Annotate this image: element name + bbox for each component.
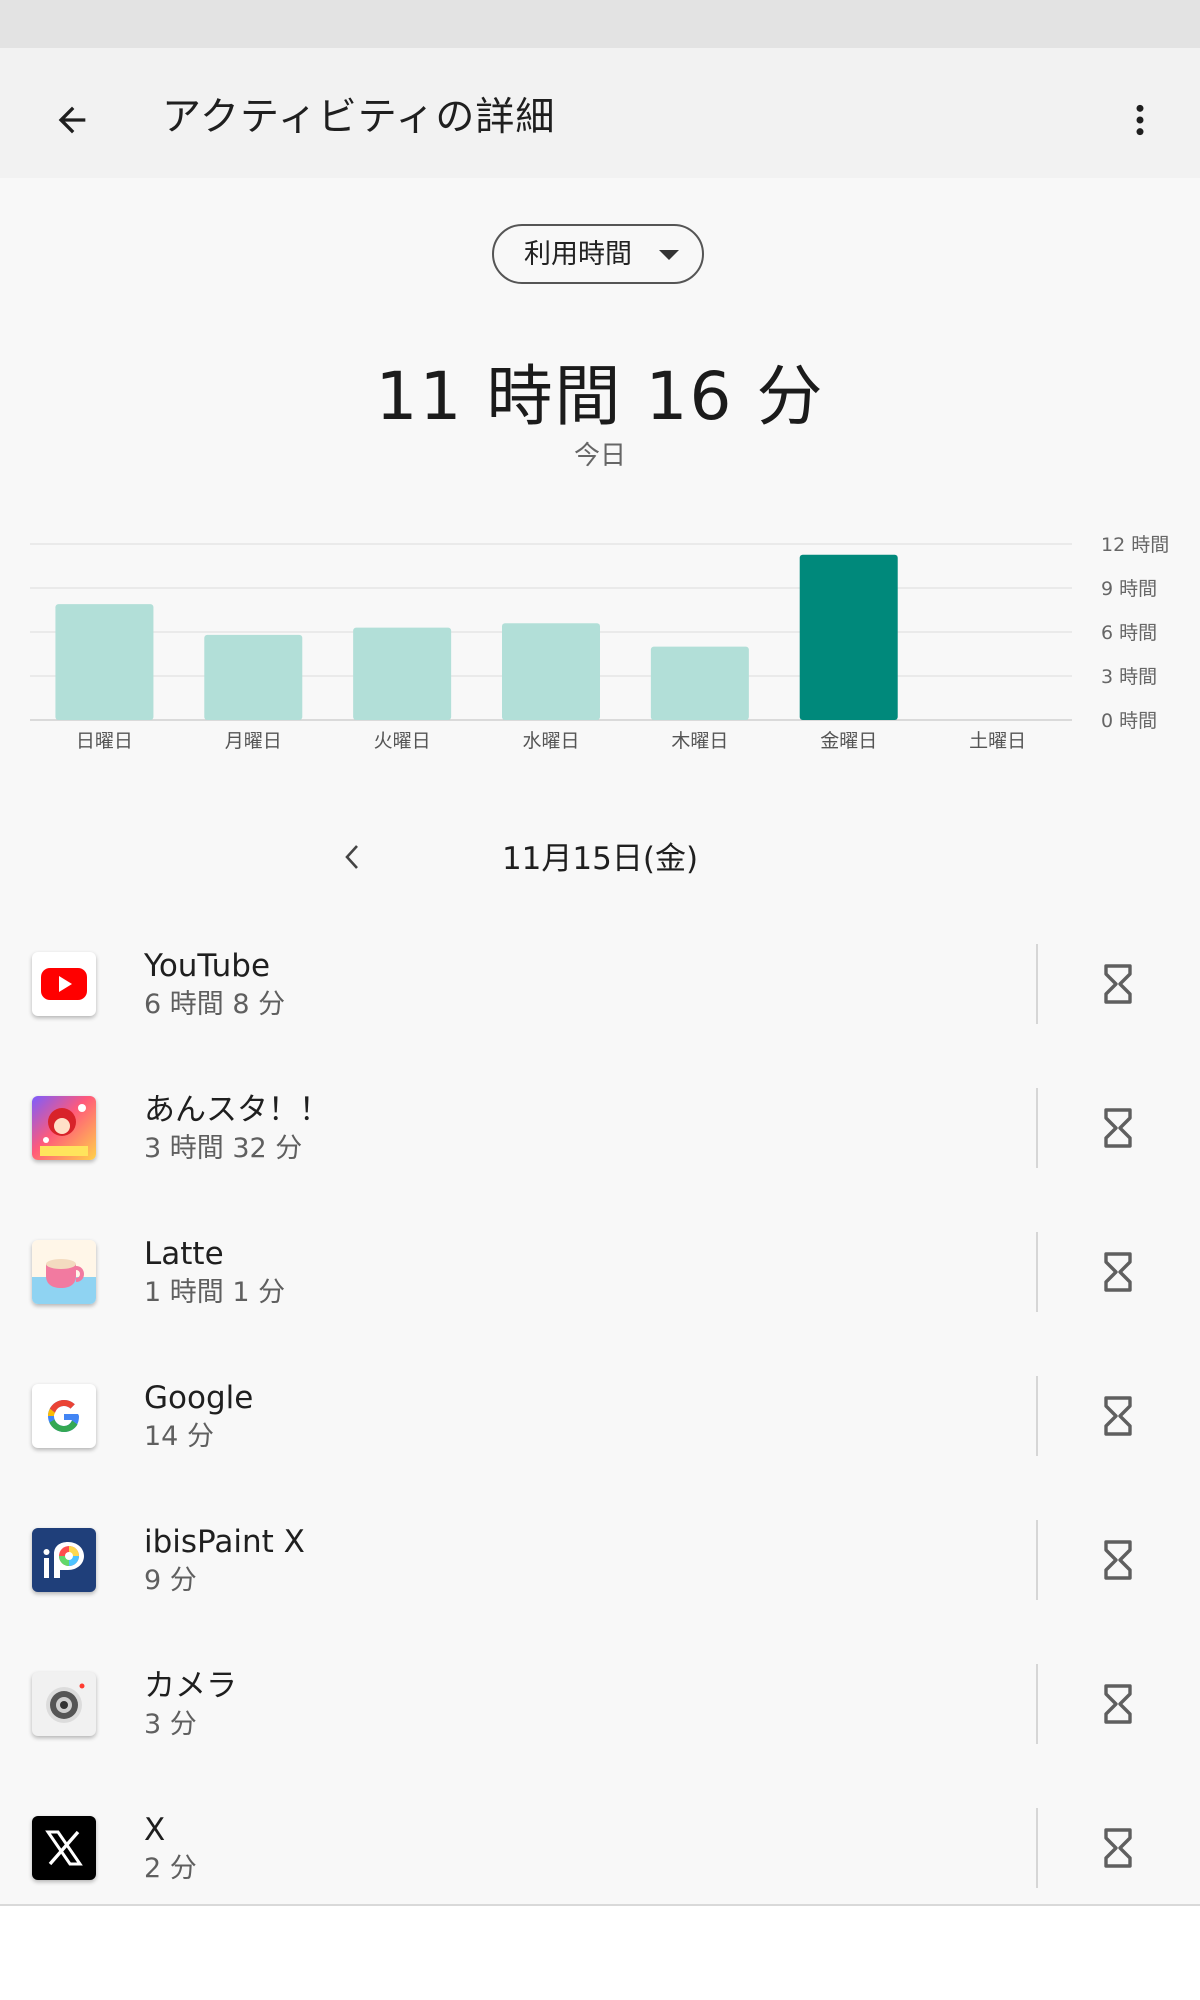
x-category-label: 日曜日 — [76, 730, 133, 752]
app-row-ensemble-stars[interactable]: あんスタ！！ 3 時間 32 分 — [0, 1056, 1200, 1200]
app-row-x[interactable]: X 2 分 — [0, 1776, 1200, 1920]
app-usage-time: 14 分 — [144, 1421, 214, 1452]
app-name: Latte — [144, 1236, 224, 1272]
x-category-label: 水曜日 — [522, 730, 579, 752]
app-row-youtube[interactable]: YouTube 6 時間 8 分 — [0, 912, 1200, 1056]
more-options-button[interactable] — [1108, 88, 1172, 152]
app-timer-button[interactable] — [1090, 1820, 1146, 1876]
app-name: カメラ — [144, 1668, 237, 1704]
weekly-usage-chart: 0 時間 3 時間 6 時間 9 時間 12 時間日曜日 月曜日 火曜日 水曜日 木曜日 金曜日 土… — [30, 534, 1169, 752]
app-usage-time: 2 分 — [144, 1853, 197, 1884]
y-tick-label: 9 時間 — [1101, 578, 1157, 600]
app-timer-button[interactable] — [1090, 1532, 1146, 1588]
app-name: X — [144, 1812, 166, 1848]
status-bar — [0, 0, 1200, 48]
divider — [1036, 1088, 1038, 1168]
period-label: 今日 — [573, 441, 626, 471]
current-date: 11月15日(金) — [501, 841, 699, 877]
chart-bar[interactable] — [55, 604, 154, 720]
chart-bar[interactable] — [353, 627, 452, 720]
app-timer-button[interactable] — [1090, 1244, 1146, 1300]
hourglass-icon — [1104, 1540, 1132, 1580]
youtube-icon — [32, 952, 96, 1016]
chart-bar[interactable] — [799, 554, 898, 720]
hourglass-icon — [1104, 1252, 1132, 1292]
arrow-back-icon — [58, 106, 86, 134]
app-usage-time: 9 分 — [144, 1565, 197, 1596]
app-timer-button[interactable] — [1090, 1676, 1146, 1732]
divider — [1036, 1664, 1038, 1744]
app-usage-list: YouTube 6 時間 8 分 あんスタ！！ 3 時間 32 分 Latte … — [0, 912, 1200, 1920]
divider — [1036, 1520, 1038, 1600]
google-g-icon — [32, 1384, 96, 1448]
back-button[interactable] — [40, 88, 104, 152]
divider — [1036, 944, 1038, 1024]
x-logo-icon — [32, 1816, 96, 1880]
divider — [1036, 1232, 1038, 1312]
app-row-google[interactable]: Google 14 分 — [0, 1344, 1200, 1488]
app-row-camera[interactable]: カメラ 3 分 — [0, 1632, 1200, 1776]
chart-bar[interactable] — [204, 634, 303, 720]
app-name: ibisPaint X — [144, 1524, 305, 1560]
x-category-label: 木曜日 — [671, 730, 728, 752]
app-row-latte[interactable]: Latte 1 時間 1 分 — [0, 1200, 1200, 1344]
page-title: アクティビティの詳細 — [162, 95, 556, 140]
x-category-label: 土曜日 — [969, 730, 1026, 752]
caret-down-icon — [659, 250, 679, 260]
y-tick-label: 0 時間 — [1101, 710, 1157, 732]
hourglass-icon — [1104, 1108, 1132, 1148]
y-tick-label: 12 時間 — [1101, 534, 1169, 556]
app-timer-button[interactable] — [1090, 956, 1146, 1012]
divider — [1036, 1808, 1038, 1888]
hourglass-icon — [1104, 1828, 1132, 1868]
latte-cup-icon — [32, 1240, 96, 1304]
camera-icon — [32, 1672, 96, 1736]
divider — [1036, 1376, 1038, 1456]
metric-dropdown-label: 利用時間 — [524, 239, 632, 270]
more-vert-icon — [1136, 104, 1144, 136]
hourglass-icon — [1104, 1396, 1132, 1436]
y-tick-label: 6 時間 — [1101, 622, 1157, 644]
app-name: あんスタ！！ — [144, 1092, 330, 1128]
app-name: Google — [144, 1380, 254, 1416]
chart-bar[interactable] — [650, 646, 749, 720]
app-row-ibispaint[interactable]: ibisPaint X 9 分 — [0, 1488, 1200, 1632]
ibispaint-icon — [32, 1528, 96, 1592]
app-timer-button[interactable] — [1090, 1388, 1146, 1444]
app-usage-time: 1 時間 1 分 — [144, 1277, 286, 1308]
app-timer-button[interactable] — [1090, 1100, 1146, 1156]
ensemble-stars-icon — [32, 1096, 96, 1160]
chart-bar[interactable] — [502, 623, 600, 720]
hourglass-icon — [1104, 964, 1132, 1004]
total-usage-time: 11 時間 16 分 — [375, 358, 825, 435]
app-bar: アクティビティの詳細 — [0, 48, 1200, 178]
metric-dropdown[interactable]: 利用時間 — [492, 224, 704, 284]
app-usage-time: 6 時間 8 分 — [144, 989, 286, 1020]
x-category-label: 火曜日 — [374, 730, 431, 752]
x-category-label: 金曜日 — [820, 730, 877, 752]
app-name: YouTube — [144, 948, 271, 984]
y-tick-label: 3 時間 — [1101, 666, 1157, 688]
app-usage-time: 3 時間 32 分 — [144, 1133, 303, 1164]
x-category-label: 月曜日 — [225, 730, 282, 752]
hourglass-icon — [1104, 1684, 1132, 1724]
bottom-area — [0, 1906, 1200, 2000]
app-usage-time: 3 分 — [144, 1709, 197, 1740]
